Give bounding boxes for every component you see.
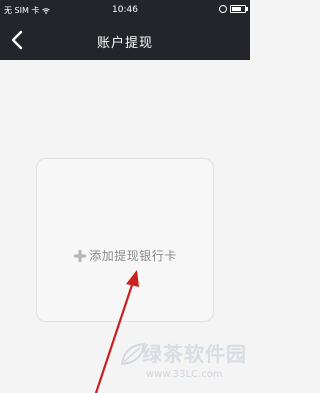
watermark-title: 绿茶软件园 xyxy=(142,342,247,366)
add-card-label: 添加提现银行卡 xyxy=(89,249,177,263)
watermark: 绿茶软件园 www.33LC.com xyxy=(118,338,248,390)
add-bank-card-button[interactable]: 添加提现银行卡 xyxy=(36,158,214,322)
rotation-lock-icon xyxy=(219,5,227,13)
watermark-url: www.33LC.com xyxy=(146,369,223,380)
page-title: 账户提现 xyxy=(96,36,153,51)
status-bar: 无 SIM 卡 10:46 xyxy=(0,0,250,20)
status-right xyxy=(219,5,248,13)
plus-icon xyxy=(74,249,87,262)
battery-icon xyxy=(230,5,248,13)
status-time: 10:46 xyxy=(112,5,138,15)
nav-bar: 账户提现 xyxy=(0,20,250,60)
add-card-content: 添加提现银行卡 xyxy=(37,247,213,264)
